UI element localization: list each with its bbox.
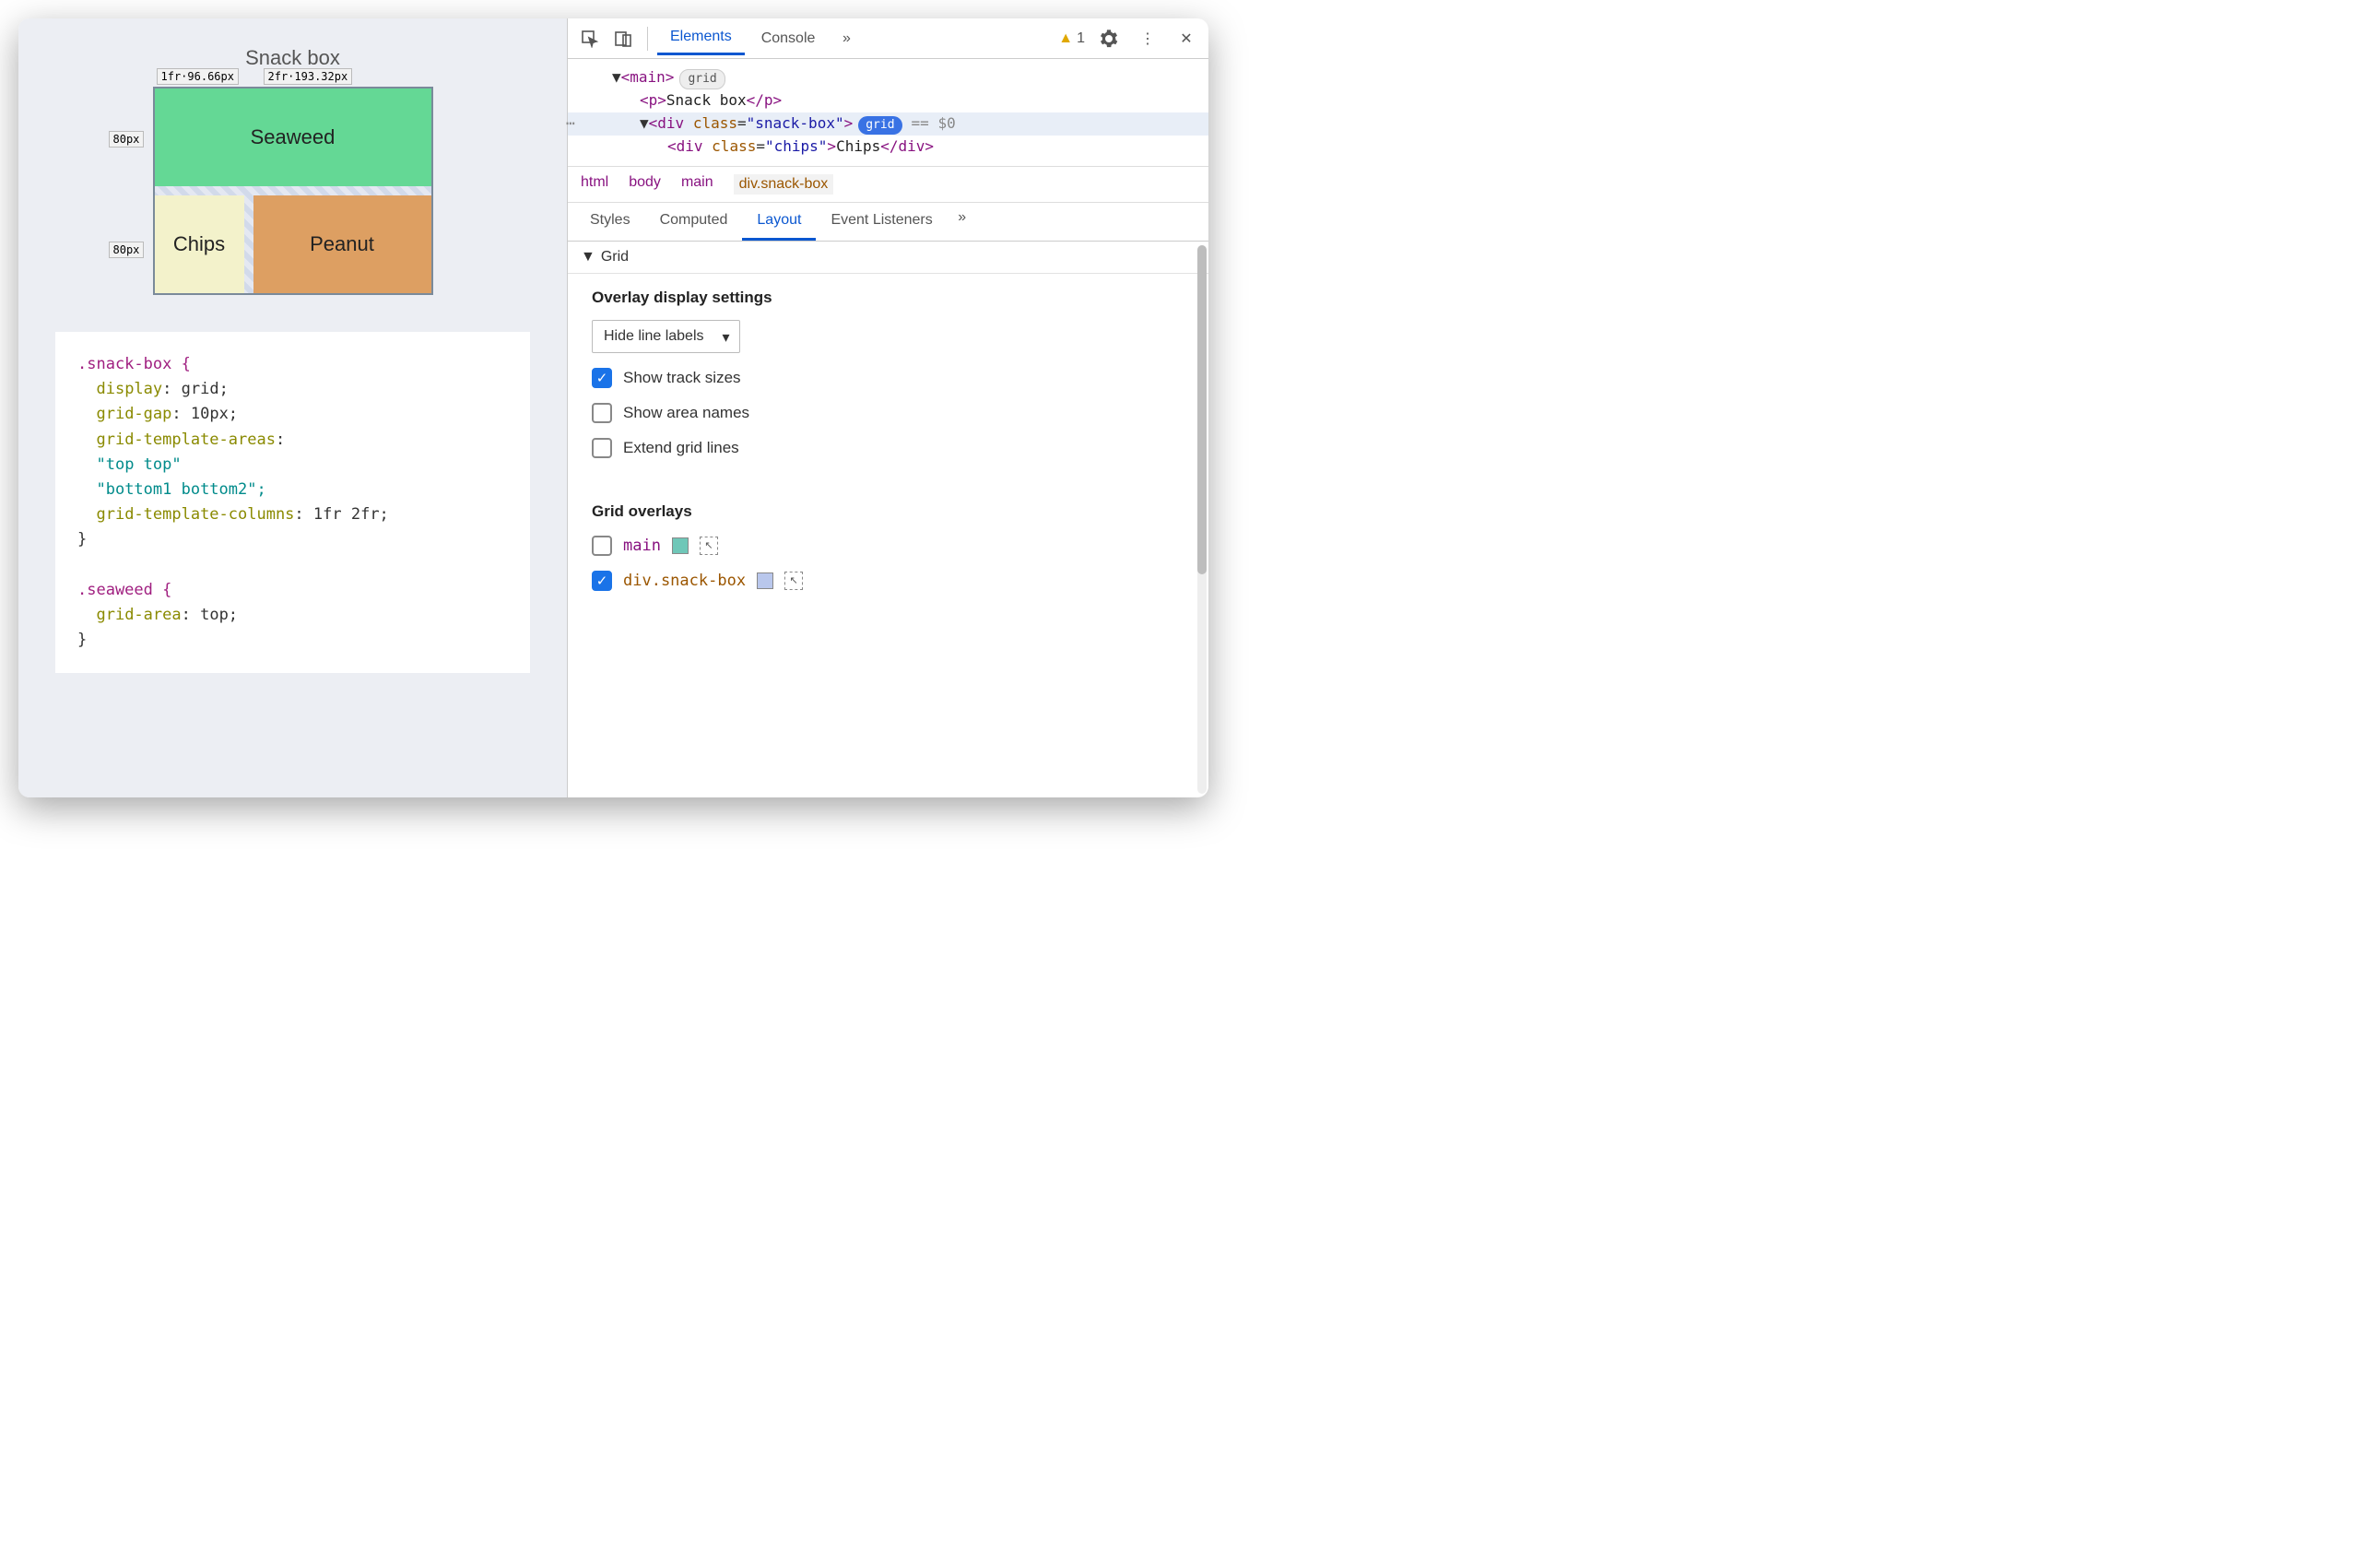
overlay-settings-heading: Overlay display settings <box>592 289 1184 307</box>
label-area-names: Show area names <box>623 404 749 422</box>
device-toggle-icon[interactable] <box>608 24 638 53</box>
label-track-sizes: Show track sizes <box>623 369 741 387</box>
overlay-snack-label[interactable]: div.snack-box <box>623 572 746 590</box>
swatch-main[interactable] <box>672 537 689 554</box>
subtab-layout[interactable]: Layout <box>742 203 816 241</box>
ellipsis-icon[interactable]: ⋯ <box>566 112 575 136</box>
track-label-col1: 1fr·96.66px <box>157 68 239 85</box>
grid-section-header[interactable]: ▼ Grid <box>568 242 1208 274</box>
panel-scrollbar[interactable] <box>1197 245 1207 794</box>
more-tabs-icon[interactable]: » <box>831 24 861 53</box>
line-labels-select[interactable]: Hide line labels <box>592 320 740 353</box>
grid-preview: 1fr·96.66px 2fr·193.32px 80px 80px Seawe… <box>153 87 433 295</box>
checkbox-overlay-main[interactable] <box>592 536 612 556</box>
selected-element-row[interactable]: ⋯▼<div class="snack-box">grid== $0 <box>568 112 1208 136</box>
kebab-menu-icon[interactable]: ⋮ <box>1133 24 1162 53</box>
css-code-block[interactable]: .snack-box { display: grid; grid-gap: 10… <box>55 332 530 673</box>
cell-peanut[interactable]: Peanut <box>253 195 431 293</box>
highlight-icon[interactable]: ↖ <box>700 537 718 555</box>
styles-subtabs: Styles Computed Layout Event Listeners » <box>568 203 1208 242</box>
devtools-toolbar: Elements Console » ▲1 ⋮ ✕ <box>568 18 1208 59</box>
subtab-computed[interactable]: Computed <box>645 203 743 241</box>
tab-console[interactable]: Console <box>748 23 829 54</box>
swatch-snack[interactable] <box>757 572 773 589</box>
settings-icon[interactable] <box>1094 24 1124 53</box>
grid-badge-selected[interactable]: grid <box>858 116 901 135</box>
subtab-listeners[interactable]: Event Listeners <box>816 203 947 241</box>
checkbox-extend-lines[interactable] <box>592 438 612 458</box>
breadcrumb-main[interactable]: main <box>681 174 713 195</box>
warning-icon: ▲ <box>1058 30 1073 47</box>
breadcrumb-html[interactable]: html <box>581 174 608 195</box>
warnings-badge[interactable]: ▲1 <box>1058 30 1085 47</box>
close-icon[interactable]: ✕ <box>1172 24 1201 53</box>
snack-box-grid[interactable]: Seaweed Chips Peanut <box>153 87 433 295</box>
checkbox-overlay-snack[interactable]: ✓ <box>592 571 612 591</box>
toolbar-divider <box>647 27 648 51</box>
checkbox-area-names[interactable] <box>592 403 612 423</box>
cell-chips[interactable]: Chips <box>155 195 244 293</box>
breadcrumb-body[interactable]: body <box>629 174 661 195</box>
label-extend-lines: Extend grid lines <box>623 439 739 457</box>
track-label-row1: 80px <box>109 131 145 148</box>
highlight-icon[interactable]: ↖ <box>784 572 803 590</box>
dom-tree[interactable]: ▼<main>grid <p>Snack box</p> ⋯▼<div clas… <box>568 59 1208 166</box>
devtools-panel: Elements Console » ▲1 ⋮ ✕ ▼<main>grid <p… <box>567 18 1208 797</box>
more-subtabs-icon[interactable]: » <box>948 203 977 232</box>
overlay-main-label[interactable]: main <box>623 537 661 555</box>
track-label-col2: 2fr·193.32px <box>264 68 353 85</box>
tab-elements[interactable]: Elements <box>657 21 745 55</box>
grid-overlays-heading: Grid overlays <box>592 502 1184 521</box>
subtab-styles[interactable]: Styles <box>575 203 645 241</box>
track-label-row2: 80px <box>109 242 145 258</box>
inspect-icon[interactable] <box>575 24 605 53</box>
scrollbar-thumb[interactable] <box>1197 245 1207 574</box>
page-title: Snack box <box>245 46 340 70</box>
checkbox-track-sizes[interactable]: ✓ <box>592 368 612 388</box>
cell-seaweed[interactable]: Seaweed <box>155 89 431 186</box>
breadcrumb-current[interactable]: div.snack-box <box>734 174 834 195</box>
page-viewport: Snack box 1fr·96.66px 2fr·193.32px 80px … <box>18 18 567 797</box>
layout-panel: ▼ Grid Overlay display settings Hide lin… <box>568 242 1208 797</box>
devtools-window: Snack box 1fr·96.66px 2fr·193.32px 80px … <box>18 18 1208 797</box>
grid-badge[interactable]: grid <box>679 69 725 89</box>
breadcrumb: html body main div.snack-box <box>568 166 1208 203</box>
